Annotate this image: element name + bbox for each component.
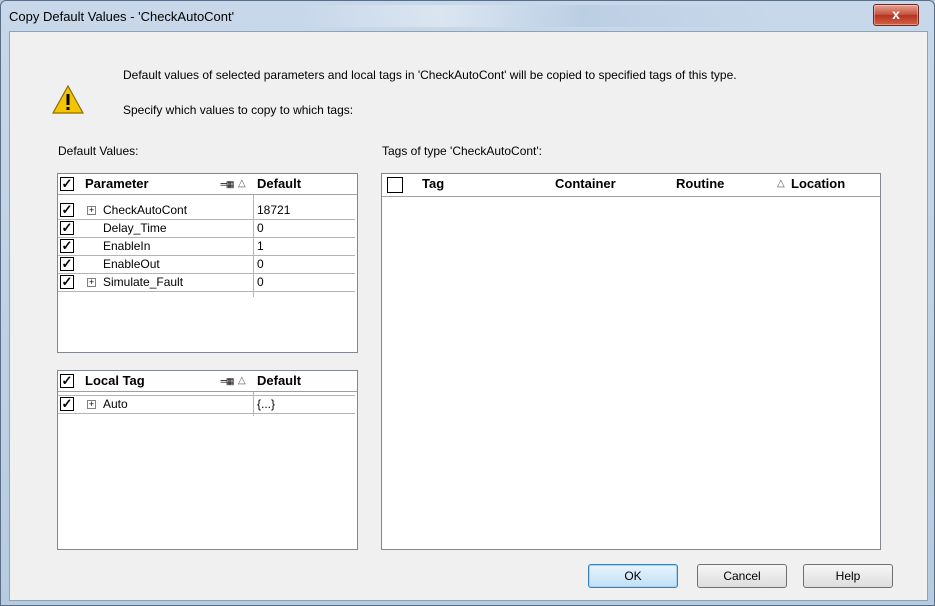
warning-icon xyxy=(51,84,85,114)
expand-icon[interactable]: + xyxy=(87,206,96,215)
sort-ascending-icon: △ xyxy=(238,178,246,189)
select-all-local-tags-checkbox[interactable]: ✓ xyxy=(60,374,74,388)
dialog-window: Copy Default Values - 'CheckAutoCont' x … xyxy=(0,0,935,606)
row-checkbox[interactable]: ✓ xyxy=(60,239,74,253)
local-tag-grid-header: ✓ Local Tag ═▦ △ Default xyxy=(58,371,357,392)
expand-icon[interactable]: + xyxy=(87,400,96,409)
parameter-column-header[interactable]: Parameter xyxy=(85,174,149,194)
help-button[interactable]: Help xyxy=(803,564,893,588)
table-row[interactable]: ✓ + Simulate_Fault 0 xyxy=(58,274,355,292)
parameter-name: EnableIn xyxy=(103,239,151,253)
close-icon: x xyxy=(892,6,900,22)
parameter-default-value[interactable]: 0 xyxy=(257,274,264,291)
select-all-parameters-checkbox[interactable]: ✓ xyxy=(60,177,74,191)
table-row[interactable]: ✓ Delay_Time 0 xyxy=(58,220,355,238)
local-tag-name: Auto xyxy=(103,397,128,411)
ok-button[interactable]: OK xyxy=(588,564,678,588)
local-tag-column-header[interactable]: Local Tag xyxy=(85,371,145,391)
default-values-label: Default Values: xyxy=(58,144,139,158)
table-row[interactable]: ✓ + Auto {...} xyxy=(58,395,355,414)
column-chooser-icon[interactable]: ═▦ xyxy=(220,178,235,190)
title-bar[interactable]: Copy Default Values - 'CheckAutoCont' x xyxy=(1,1,934,31)
title-bar-glass xyxy=(301,5,771,27)
window-title: Copy Default Values - 'CheckAutoCont' xyxy=(9,9,235,24)
row-checkbox[interactable]: ✓ xyxy=(60,257,74,271)
column-chooser-icon[interactable]: ═▦ xyxy=(220,375,235,387)
cancel-button[interactable]: Cancel xyxy=(697,564,787,588)
row-checkbox[interactable]: ✓ xyxy=(60,275,74,289)
expand-icon[interactable]: + xyxy=(87,278,96,287)
parameter-default-value[interactable]: 18721 xyxy=(257,202,290,219)
table-row[interactable]: ✓ EnableIn 1 xyxy=(58,238,355,256)
default-column-header[interactable]: Default xyxy=(257,174,301,194)
default-column-header[interactable]: Default xyxy=(257,371,301,391)
row-checkbox[interactable]: ✓ xyxy=(60,203,74,217)
parameter-name: Delay_Time xyxy=(103,221,167,235)
parameter-grid-header: ✓ Parameter ═▦ △ Default xyxy=(58,174,357,195)
parameter-default-value[interactable]: 1 xyxy=(257,238,264,255)
location-column-header[interactable]: Location xyxy=(791,174,845,194)
tags-grid[interactable]: Tag Container Routine △ Location xyxy=(381,173,881,550)
local-tag-grid[interactable]: ✓ Local Tag ═▦ △ Default ✓ + Auto {...} xyxy=(57,370,358,550)
row-checkbox[interactable]: ✓ xyxy=(60,397,74,411)
container-column-header[interactable]: Container xyxy=(555,174,616,194)
routine-column-header[interactable]: Routine xyxy=(676,174,724,194)
table-row[interactable]: ✓ EnableOut 0 xyxy=(58,256,355,274)
tags-of-type-label: Tags of type 'CheckAutoCont': xyxy=(382,144,543,158)
table-row[interactable]: ✓ + CheckAutoCont 18721 xyxy=(58,202,355,220)
sort-ascending-icon: △ xyxy=(238,375,246,386)
select-all-tags-checkbox[interactable] xyxy=(387,177,403,193)
info-message: Default values of selected parameters an… xyxy=(123,68,737,82)
local-tag-default-value[interactable]: {...} xyxy=(257,396,275,413)
tags-grid-header: Tag Container Routine △ Location xyxy=(382,174,880,197)
instruction-message: Specify which values to copy to which ta… xyxy=(123,103,354,117)
tag-column-header[interactable]: Tag xyxy=(422,174,444,194)
parameter-name: CheckAutoCont xyxy=(103,203,188,217)
parameter-default-value[interactable]: 0 xyxy=(257,220,264,237)
sort-ascending-icon: △ xyxy=(777,178,785,189)
close-button[interactable]: x xyxy=(873,4,919,26)
row-checkbox[interactable]: ✓ xyxy=(60,221,74,235)
parameter-default-value[interactable]: 0 xyxy=(257,256,264,273)
parameter-name: Simulate_Fault xyxy=(103,275,184,289)
parameter-name: EnableOut xyxy=(103,257,160,271)
parameter-grid[interactable]: ✓ Parameter ═▦ △ Default ✓ + CheckAutoCo… xyxy=(57,173,358,353)
